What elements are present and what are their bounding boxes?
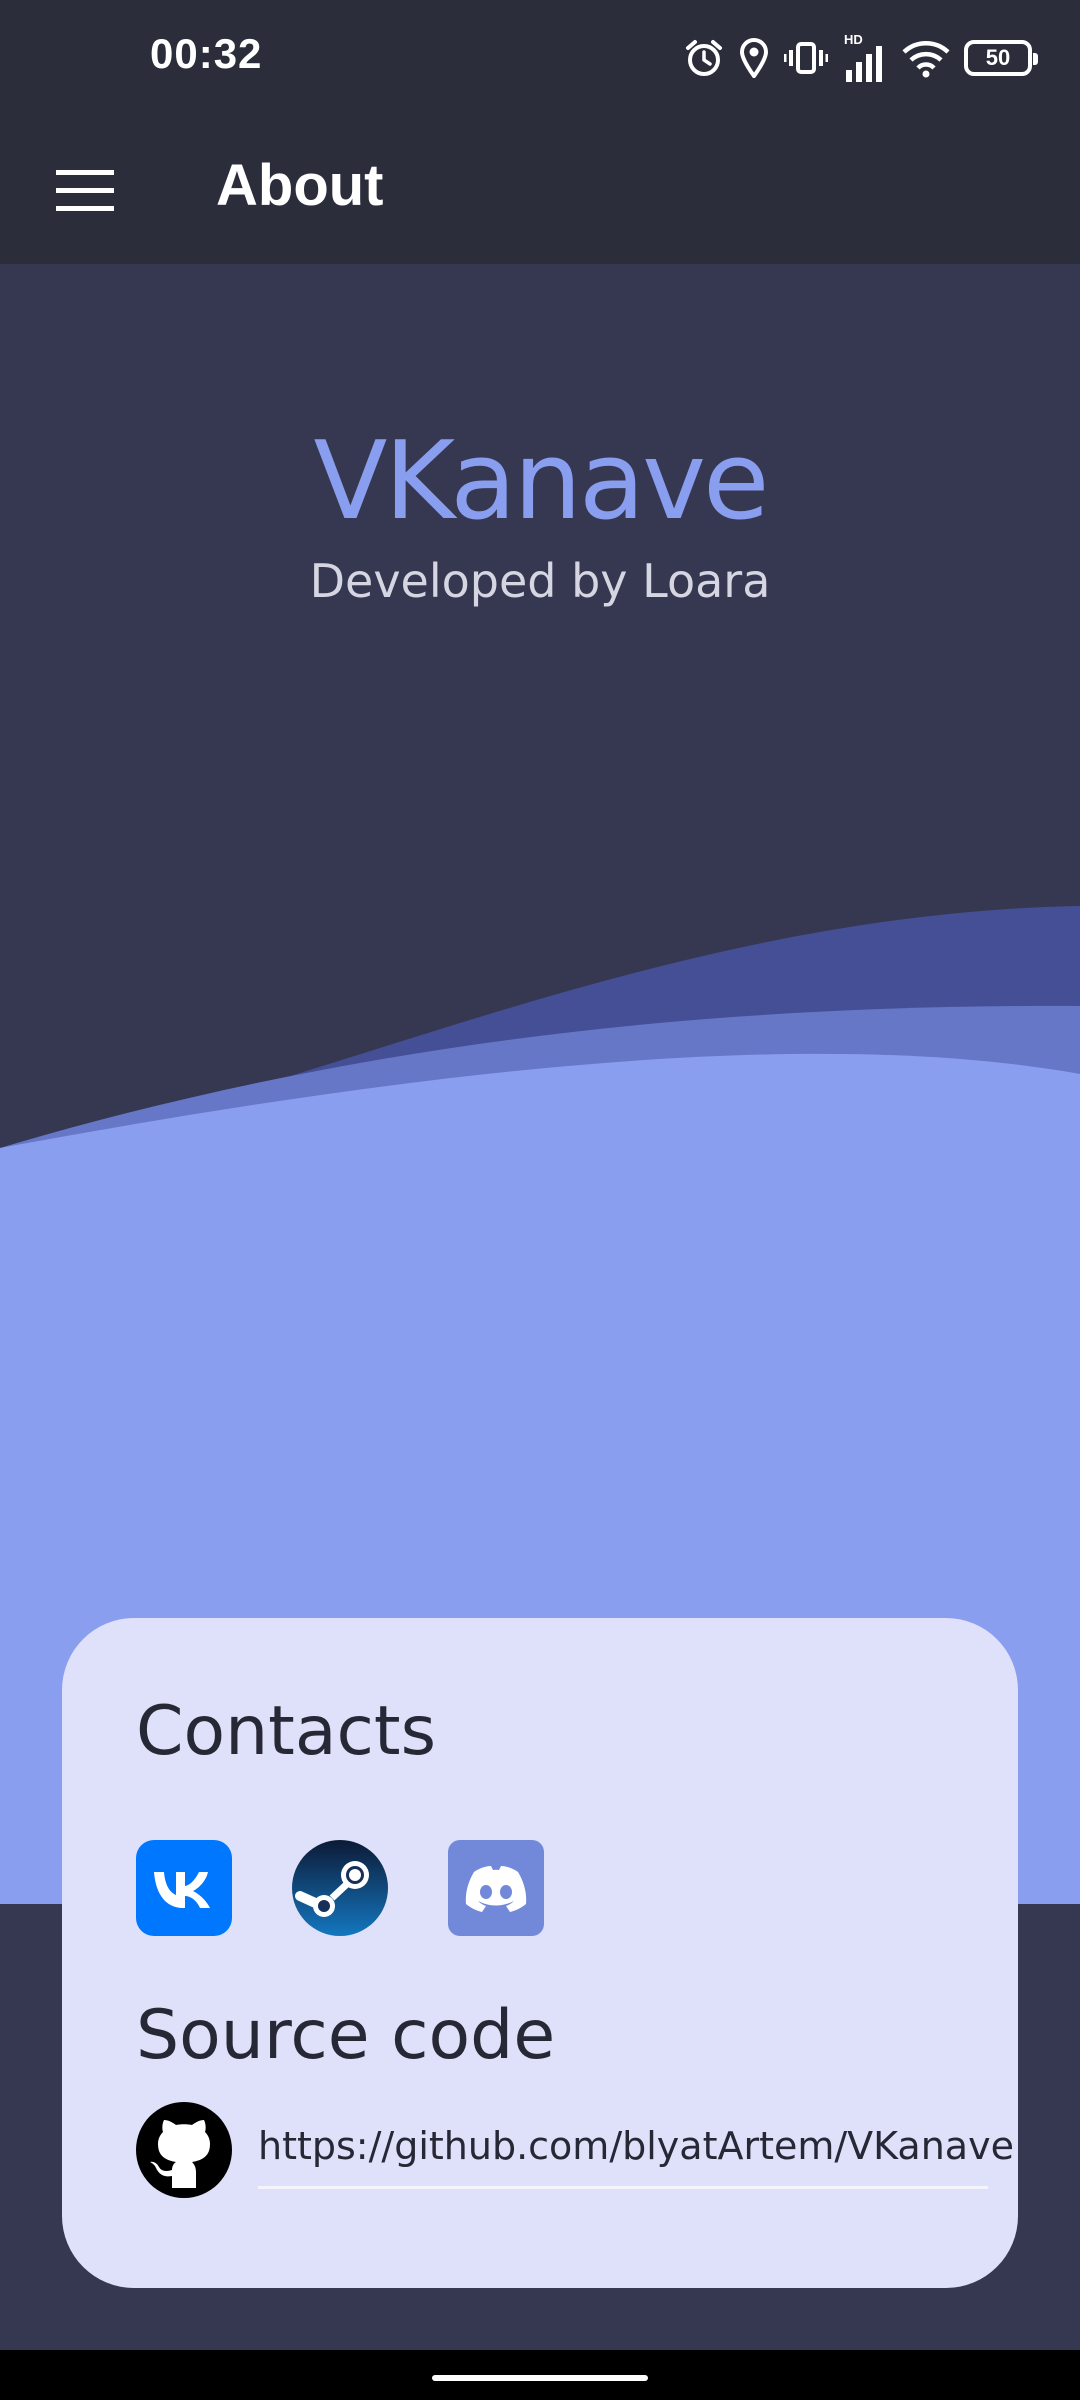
alarm-icon (686, 40, 722, 76)
app-subtitle: Developed by Loara (309, 554, 771, 608)
toolbar: About (0, 118, 1080, 264)
contacts-card: Contacts Source code https://github.com/… (62, 1618, 1018, 2288)
source-code-title: Source code (136, 1996, 556, 2075)
vibrate-icon (784, 42, 828, 74)
home-indicator[interactable] (432, 2375, 648, 2381)
location-icon (739, 38, 769, 78)
app-name: VKanave (313, 419, 770, 544)
hamburger-menu-icon (56, 170, 114, 211)
steam-icon[interactable] (292, 1840, 388, 1936)
hamburger-menu-button[interactable] (40, 156, 130, 226)
contact-links (136, 1840, 544, 1936)
vk-icon[interactable] (136, 1840, 232, 1936)
svg-text:HD: HD (844, 32, 863, 47)
signal-icon: HD (844, 32, 882, 82)
contacts-title: Contacts (136, 1692, 436, 1771)
status-icons: HD 50 (684, 32, 1038, 84)
discord-icon[interactable] (448, 1840, 544, 1936)
status-time: 00:32 (150, 30, 263, 77)
wifi-icon (902, 41, 950, 78)
status-bar: 00:32 HD 50 (0, 0, 1080, 118)
repo-link[interactable]: https://github.com/blyatArtem/VKanave (258, 2124, 1014, 2189)
page-title: About (216, 153, 384, 218)
battery-icon: 50 (964, 40, 1038, 76)
github-icon[interactable] (136, 2102, 232, 2198)
